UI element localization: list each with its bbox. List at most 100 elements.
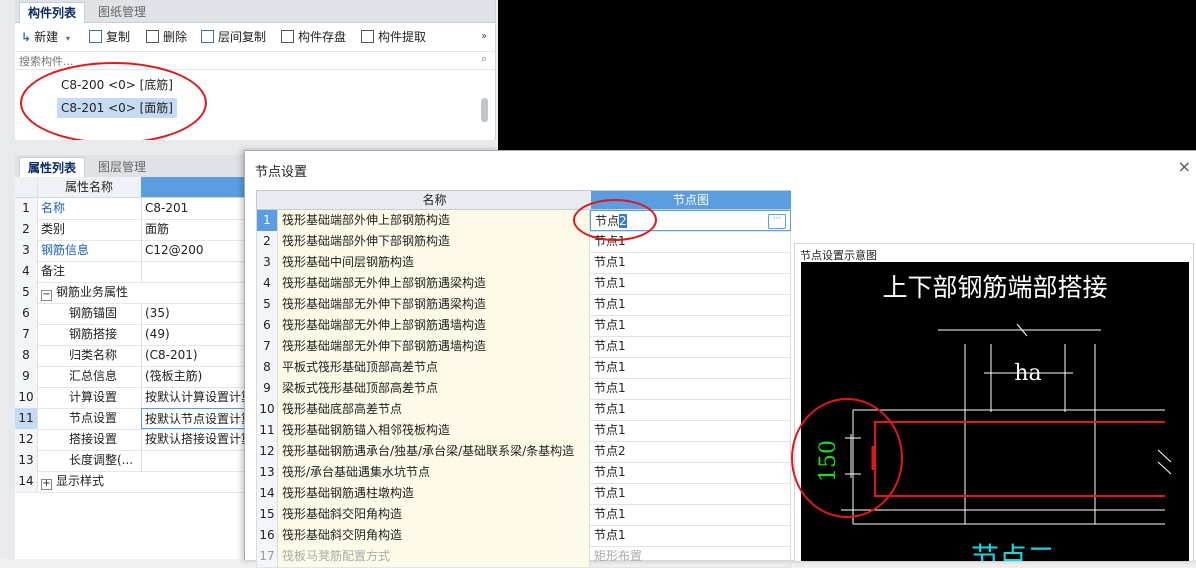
grid-row[interactable]: 16 筏形基础斜交阴角构造 节点1 [256,525,791,547]
chevron-down-icon[interactable]: ▾ [66,34,70,43]
node-name: 平板式筏形基础顶部高差节点 [278,357,590,378]
node-value[interactable]: 节点1 [590,420,791,441]
node-value[interactable]: 节点1 [590,357,791,378]
property-row[interactable]: 2 类别 面筋 [15,219,250,241]
property-value[interactable]: (49) [141,324,250,345]
node-value[interactable]: 节点1 [590,315,791,336]
property-value[interactable]: C12@200 [141,240,250,261]
trash-icon [146,30,159,43]
grid-row[interactable]: 15 筏形基础斜交阳角构造 节点1 [256,504,791,526]
row-number: 10 [15,387,38,408]
grid-row[interactable]: 14 筏形基础钢筋遇柱墩构造 节点1 [256,483,791,505]
property-row[interactable]: 13 长度调整(... [15,450,250,472]
node-name: 筏形基础端部无外伸上部钢筋遇梁构造 [278,273,590,294]
row-number: 2 [256,231,278,252]
tab-component-list[interactable]: 构件列表 [19,2,86,23]
property-row-group[interactable]: 5 − 钢筋业务属性 [15,282,250,304]
node-value[interactable]: 节点1 [590,504,791,525]
save-component-button[interactable]: 构件存盘 [281,29,346,45]
save-component-label: 构件存盘 [298,30,347,44]
new-icon: ↳ [21,30,32,44]
property-row[interactable]: 1 名称 C8-201 [15,198,250,220]
tab-layer-management[interactable]: 图层管理 [90,157,154,177]
search-icon[interactable]: ⌕ [481,52,487,66]
property-row[interactable]: 9 汇总信息 (筏板主筋) [15,366,250,388]
header-num-cell [15,177,38,197]
floor-copy-button[interactable]: 层间复制 [201,29,266,45]
node-name: 筏形基础钢筋锚入相邻筏板构造 [278,420,590,441]
row-number: 12 [256,441,278,462]
node-value[interactable]: 节点1 [590,252,791,273]
property-row-selected[interactable]: 11 节点设置 按默认节点设置计算 [15,408,250,430]
grid-row[interactable]: 6 筏形基础端部无外伸上部钢筋遇墙构造 节点1 [256,315,791,337]
node-name: 筏形/承台基础遇集水坑节点 [278,462,590,483]
node-value[interactable]: 节点1 [590,483,791,504]
property-value-editing[interactable]: 按默认节点设置计算 [141,408,250,429]
grid-row[interactable]: 2 筏形基础端部外伸下部钢筋构造 节点1 [256,231,791,253]
collapse-icon[interactable]: − [41,290,52,301]
property-value[interactable] [141,450,250,471]
delete-button[interactable]: 删除 [146,29,187,45]
grid-row[interactable]: 9 梁板式筏形基础顶部高差节点 节点1 [256,378,791,400]
property-value[interactable]: (筏板主筋) [141,366,250,387]
grid-row[interactable]: 8 平板式筏形基础顶部高差节点 节点1 [256,357,791,379]
grid-row-selected[interactable]: 1 筏形基础端部外伸上部钢筋构造 节点2 ··· [256,210,791,232]
column-header-name[interactable]: 名称 [279,191,590,209]
node-name: 筏形基础端部无外伸下部钢筋遇梁构造 [278,294,590,315]
node-value[interactable]: 节点1 [590,378,791,399]
property-row[interactable]: 4 备注 [15,261,250,283]
new-button[interactable]: ↳ 新建 ▾ [21,29,70,45]
tab-property-list[interactable]: 属性列表 [19,157,86,178]
property-row[interactable]: 10 计算设置 按默认计算设置计算 [15,387,250,409]
property-row-group[interactable]: 14 + 显示样式 [15,471,250,493]
component-tabbar: 构件列表 图纸管理 [15,0,495,23]
node-value[interactable]: 节点1 [590,336,791,357]
drawing-canvas[interactable] [498,0,1196,150]
node-name: 筏形基础端部无外伸下部钢筋遇墙构造 [278,336,590,357]
property-row[interactable]: 3 钢筋信息 C12@200 [15,240,250,262]
expand-icon[interactable]: + [41,479,52,490]
grid-row[interactable]: 12 筏形基础钢筋遇承台/独基/承台梁/基础联系梁/条基构造 节点2 [256,441,791,463]
node-value[interactable]: 节点1 [590,273,791,294]
property-value[interactable]: 面筋 [141,219,250,240]
annotation-circle-node [573,199,657,241]
grid-row[interactable]: 10 筏形基础底部高差节点 节点1 [256,399,791,421]
grid-row[interactable]: 11 筏形基础钢筋锚入相邻筏板构造 节点1 [256,420,791,442]
ellipsis-button[interactable]: ··· [768,214,786,229]
grid-row[interactable]: 4 筏形基础端部无外伸上部钢筋遇梁构造 节点1 [256,273,791,295]
node-value[interactable]: 节点2 [590,441,791,462]
property-value[interactable]: C8-201 [141,198,250,219]
property-value[interactable]: (35) [141,303,250,324]
property-value[interactable] [141,261,250,282]
node-value[interactable]: 节点1 [590,525,791,546]
break-mark [1157,461,1172,475]
grid-row[interactable]: 17 筏板马凳筋配置方式 矩形布置 [256,546,791,568]
copy-button[interactable]: 复制 [89,29,130,45]
tab-drawing-management[interactable]: 图纸管理 [90,2,154,22]
property-row[interactable]: 8 归类名称 (C8-201) [15,345,250,367]
list-scrollbar[interactable] [481,98,488,122]
node-value[interactable]: 节点1 [590,462,791,483]
property-value[interactable]: 按默认搭接设置计算 [141,429,250,450]
property-row[interactable]: 7 钢筋搭接 (49) [15,324,250,346]
property-value[interactable]: (C8-201) [141,345,250,366]
row-number: 1 [15,198,38,219]
grid-row[interactable]: 3 筏形基础中间层钢筋构造 节点1 [256,252,791,274]
node-value[interactable]: 矩形布置 [590,546,791,567]
property-row[interactable]: 12 搭接设置 按默认搭接设置计算 [15,429,250,451]
node-value[interactable]: 节点1 [590,294,791,315]
property-value[interactable]: 按默认计算设置计算 [141,387,250,408]
node-value[interactable]: 节点1 [590,399,791,420]
grid-row[interactable]: 5 筏形基础端部无外伸下部钢筋遇梁构造 节点1 [256,294,791,316]
node-name: 筏形基础中间层钢筋构造 [278,252,590,273]
delete-label: 删除 [163,30,188,44]
grid-row[interactable]: 13 筏形/承台基础遇集水坑节点 节点1 [256,462,791,484]
double-chevron-right-icon[interactable]: » [481,29,487,45]
extract-component-button[interactable]: 构件提取 [361,29,426,45]
grid-row[interactable]: 7 筏形基础端部无外伸下部钢筋遇墙构造 节点1 [256,336,791,358]
row-number: 16 [256,525,278,546]
close-icon[interactable]: × [1178,157,1191,176]
row-number: 11 [15,408,38,429]
property-name: 类别 [41,222,66,236]
property-row[interactable]: 6 钢筋锚固 (35) [15,303,250,325]
